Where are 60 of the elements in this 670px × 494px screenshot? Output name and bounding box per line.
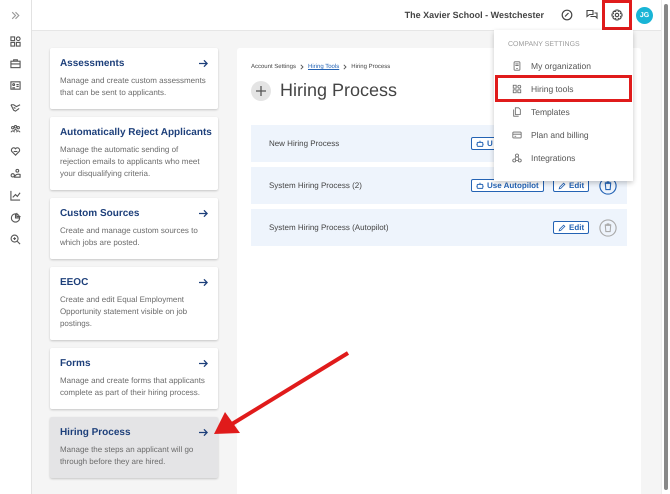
menu-item[interactable]: Integrations: [495, 146, 632, 169]
card-description: Manage the steps an applicant will go through before they are hired.: [60, 444, 194, 468]
robot-icon: [476, 140, 484, 148]
organization-name: The Xavier School - Westchester: [404, 10, 544, 20]
menu-item[interactable]: Plan and billing: [495, 123, 632, 146]
settings-card[interactable]: Forms Manage and create forms that applicants complete as part of their hiring process.: [50, 348, 218, 409]
arrow-right-icon: [198, 428, 209, 437]
network-icon: [512, 152, 522, 162]
menu-item[interactable]: Hiring tools: [495, 75, 632, 102]
card-title: Hiring Process: [60, 427, 131, 438]
heart-icon[interactable]: [10, 146, 21, 157]
arrow-right-icon: [198, 359, 209, 368]
copy-icon: [512, 106, 522, 116]
card-title: EEOC: [60, 277, 88, 288]
settings-icon[interactable]: [611, 9, 624, 21]
briefcase-icon[interactable]: [10, 58, 21, 69]
line-chart-icon[interactable]: [10, 190, 21, 201]
process-name: System Hiring Process (2): [268, 181, 362, 190]
chevron-icon: [300, 64, 304, 70]
robot-icon: [476, 182, 484, 190]
chevron-icon: [343, 64, 348, 70]
grid-icon: [512, 84, 522, 94]
process-name: New Hiring Process: [268, 139, 340, 148]
arrow-right-icon: [198, 209, 209, 218]
settings-card[interactable]: EEOC Create and edit Equal Employment Opportunity statement visible on job postings.: [50, 267, 218, 340]
edit-button[interactable]: Edit: [553, 221, 590, 234]
card-title: Assessments: [60, 58, 124, 69]
settings-card[interactable]: Automatically Reject Applicants Manage the automatic sending of rejection emails to applicants who meet your disqualifying criteria.: [50, 117, 218, 190]
check-circle-icon[interactable]: [561, 9, 574, 21]
expand-icon[interactable]: [10, 10, 21, 21]
person-icon[interactable]: [10, 168, 21, 179]
card-description: Manage and create custom assessments that can be sent to applicants.: [60, 75, 207, 99]
card-title: Automatically Reject Applicants: [60, 127, 212, 138]
page-title: Hiring Process: [280, 80, 397, 101]
people-icon[interactable]: [10, 124, 21, 135]
card-title: Custom Sources: [60, 208, 140, 219]
card-description: Manage and create forms that applicants complete as part of their hiring process.: [60, 375, 206, 399]
card-description: Create and edit Equal Employment Opportunity statement visible on job postings.: [60, 294, 188, 330]
settings-card[interactable]: Hiring Process Manage the steps an applicant will go through before they are hired.: [50, 417, 218, 478]
grid-icon[interactable]: [10, 36, 21, 47]
process-name: System Hiring Process (Autopilot): [268, 223, 389, 232]
settings-card[interactable]: Assessments Manage and create custom assessments that can be sent to applicants.: [50, 48, 218, 109]
pencil-icon: [558, 182, 566, 190]
menu-item[interactable]: Templates: [495, 100, 632, 123]
card-title: Forms: [60, 358, 91, 369]
zoom-icon[interactable]: [10, 234, 21, 245]
add-button[interactable]: [250, 80, 271, 100]
scrollbar[interactable]: [661, 0, 670, 494]
pencil-icon: [558, 224, 566, 232]
settings-card[interactable]: Custom Sources Create and manage custom sources to which jobs are posted.: [50, 198, 218, 259]
credit-card-icon: [512, 130, 522, 140]
arrow-right-icon: [198, 59, 209, 68]
document-icon: [512, 60, 522, 70]
chat-icon[interactable]: [586, 9, 598, 21]
card-description: Manage the automatic sending of rejection emails to applicants who meet your disqualifying criteria.: [60, 144, 201, 180]
id-card-icon[interactable]: [10, 80, 21, 91]
arrow-right-icon: [198, 278, 209, 287]
pie-chart-icon[interactable]: [10, 212, 21, 223]
card-description: Create and manage custom sources to which jobs are posted.: [60, 225, 199, 249]
menu-item[interactable]: My organization: [495, 54, 632, 77]
